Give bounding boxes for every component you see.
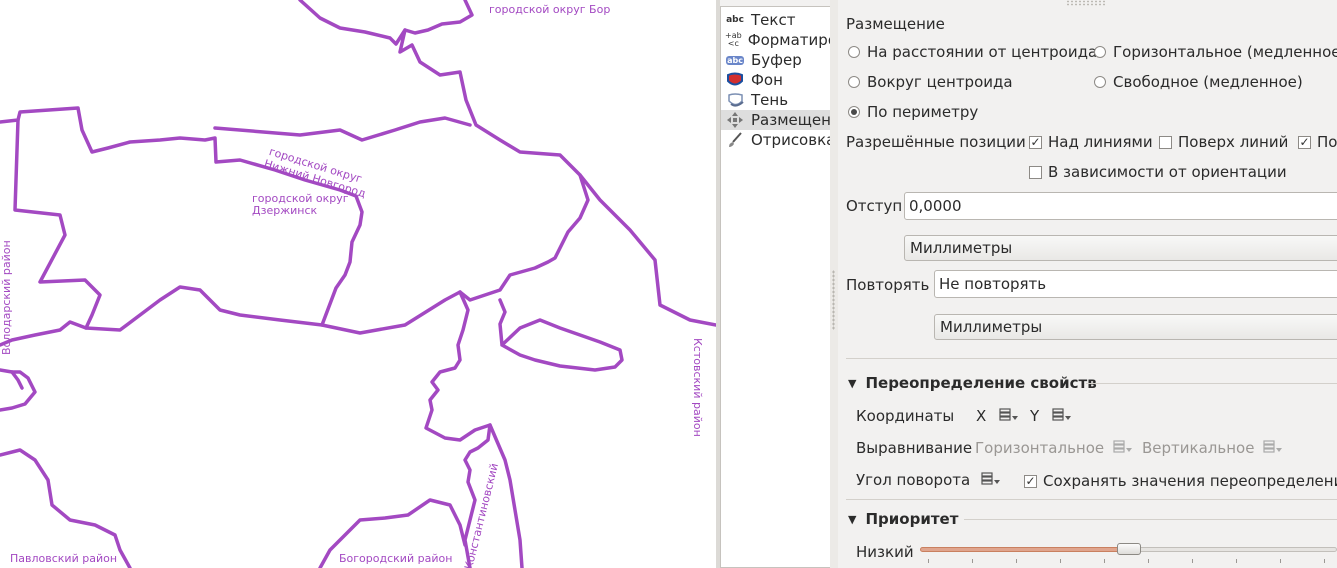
rotation-label: Угол поворота xyxy=(856,471,971,489)
checkbox-keep-override-values[interactable]: ✓ Сохранять значения переопределения xyxy=(1024,472,1337,490)
placement-icon xyxy=(725,111,745,129)
data-defined-y-icon[interactable] xyxy=(1050,407,1072,423)
section-data-defined-override[interactable]: ▼ Переопределение свойств xyxy=(848,374,1097,392)
coord-x-label: X xyxy=(976,407,987,425)
radio-using-perimeter[interactable]: По периметру xyxy=(848,103,978,121)
allowed-positions-label: Разрешённые позиции xyxy=(846,133,1026,151)
offset-unit-select[interactable]: Миллиметры xyxy=(904,235,1337,261)
checkbox-below-line[interactable]: ✓Под линиями xyxy=(1298,133,1337,151)
repeat-select[interactable]: Не повторять xyxy=(934,270,1337,298)
data-defined-valign-icon[interactable] xyxy=(1261,439,1283,455)
alignment-label: Выравнивание xyxy=(856,439,973,457)
formatting-icon: +ab <c xyxy=(725,31,742,48)
checkbox-above-line[interactable]: ✓ Над линиями xyxy=(1029,133,1153,151)
radio-offset-from-centroid[interactable]: На расстоянии от центроида xyxy=(848,43,1097,61)
align-vertical-label: Вертикальное xyxy=(1142,439,1255,457)
offset-input[interactable]: 0,0000 xyxy=(904,192,1337,220)
shadow-icon xyxy=(725,91,745,109)
checkbox-on-line[interactable]: Поверх линий xyxy=(1159,133,1288,151)
label-volodarsky: Володарский район xyxy=(0,240,13,355)
radio-around-centroid[interactable]: Вокруг центроида xyxy=(848,73,1013,91)
nav-item-label: Размещение xyxy=(751,111,831,129)
buffer-icon: abc xyxy=(726,55,744,65)
background-icon xyxy=(725,71,745,89)
rendering-brush-icon xyxy=(725,131,745,149)
coordinates-label: Координаты xyxy=(856,407,955,425)
placement-title: Размещение xyxy=(846,15,945,33)
nav-item-formatting[interactable]: +ab<c Форматирование xyxy=(721,30,830,50)
collapse-triangle-icon: ▼ xyxy=(848,376,857,390)
label-settings-nav: abc Текст +ab<c Форматирование abc Буфер… xyxy=(720,6,831,568)
label-dzerzhinsk-line2: Дзержинск xyxy=(252,204,318,217)
repeat-unit-select[interactable]: Миллиметры xyxy=(934,314,1337,340)
radio-free-slow[interactable]: Свободное (медленное) xyxy=(1094,73,1303,91)
priority-low-label: Низкий xyxy=(856,543,914,561)
text-abc-icon: abc xyxy=(726,15,744,25)
data-defined-halign-icon[interactable] xyxy=(1111,439,1133,455)
nav-item-label: Форматирование xyxy=(747,31,830,49)
placement-settings-panel: Размещение На расстоянии от центроида Го… xyxy=(838,6,1337,568)
nav-item-text[interactable]: abc Текст xyxy=(721,10,830,30)
nav-item-rendering[interactable]: Отрисовка xyxy=(721,130,831,150)
nav-item-label: Буфер xyxy=(751,51,802,69)
nav-item-label: Тень xyxy=(751,91,789,109)
offset-label: Отступ xyxy=(846,197,903,215)
label-pavlovsky: Павловский район xyxy=(10,552,118,565)
radio-horizontal-slow[interactable]: Горизонтальное (медленное) xyxy=(1094,43,1337,61)
nav-item-label: Отрисовка xyxy=(751,131,831,149)
repeat-label: Повторять xyxy=(846,276,930,294)
coord-y-label: Y xyxy=(1030,407,1040,425)
panel-splitter[interactable] xyxy=(830,0,838,568)
nav-item-label: Текст xyxy=(751,11,796,29)
section-priority[interactable]: ▼ Приоритет xyxy=(848,510,958,528)
nav-item-placement[interactable]: Размещение xyxy=(721,110,831,130)
label-gorodskoy-okrug-bor: городской округ Бор xyxy=(489,3,611,16)
collapse-triangle-icon: ▼ xyxy=(848,512,857,526)
nav-item-background[interactable]: Фон xyxy=(721,70,830,90)
slider-handle[interactable] xyxy=(1117,543,1141,555)
nav-item-shadow[interactable]: Тень xyxy=(721,90,830,110)
data-defined-rotation-icon[interactable] xyxy=(979,471,1001,487)
nav-item-buffer[interactable]: abc Буфер xyxy=(721,50,830,70)
align-horizontal-label: Горизонтальное xyxy=(975,439,1105,457)
nav-item-label: Фон xyxy=(751,71,783,89)
data-defined-x-icon[interactable] xyxy=(997,407,1019,423)
label-kstovsky: Кстовский район xyxy=(691,338,704,437)
map-boundaries xyxy=(0,0,716,568)
checkbox-orientation-dependent[interactable]: В зависимости от ориентации xyxy=(1029,163,1287,181)
label-bogorodsky: Богородский район xyxy=(339,552,453,565)
map-canvas[interactable]: городской округ Бор городской округ Нижн… xyxy=(0,0,716,568)
